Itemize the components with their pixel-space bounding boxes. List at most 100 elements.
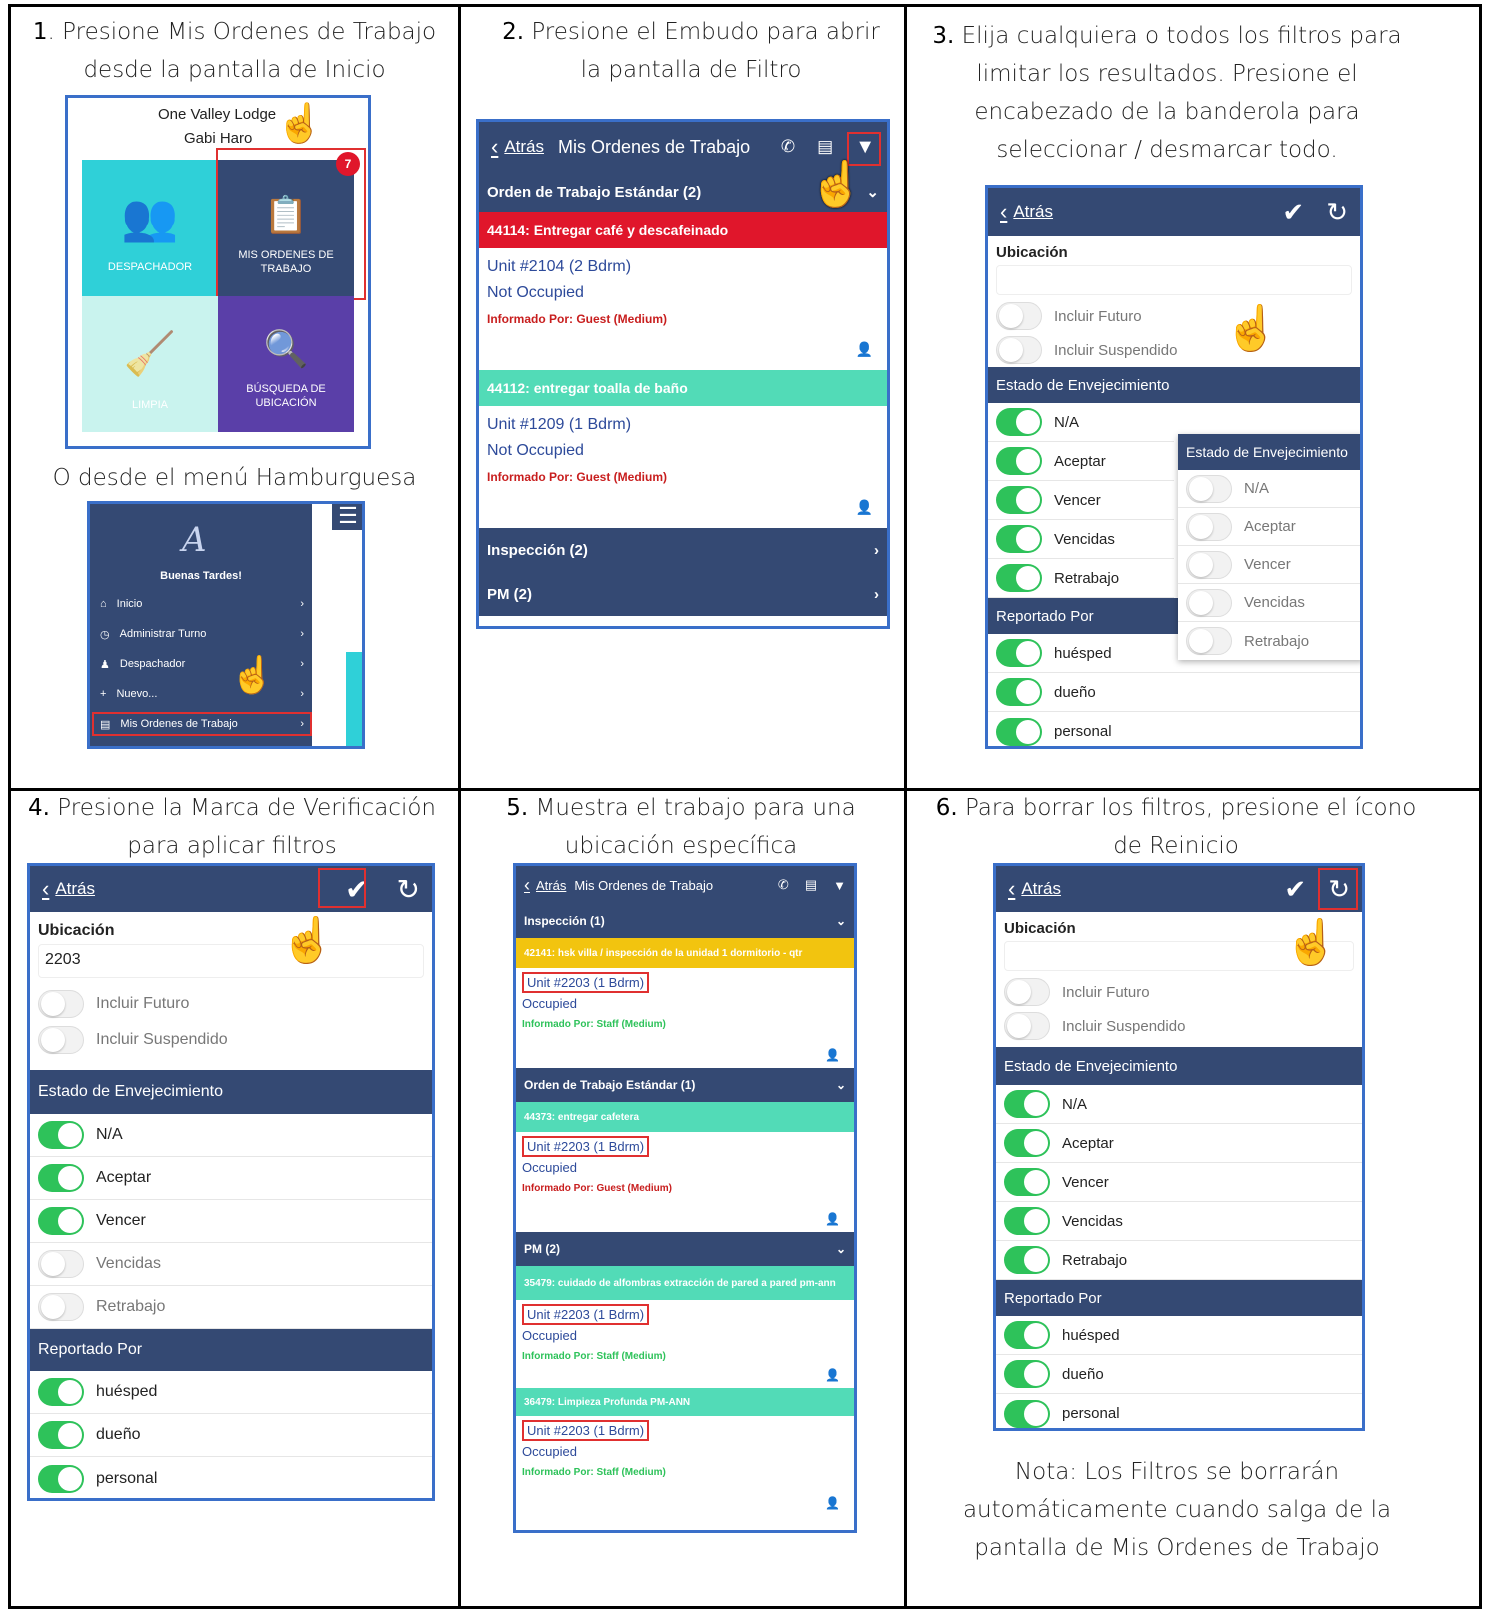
group-header-inspection[interactable]: Inspección (2) › <box>479 528 887 572</box>
work-order-card[interactable]: Unit #2203 (1 Bdrm) Occupied Informado P… <box>516 968 854 1068</box>
location-input[interactable]: 2203 <box>38 944 424 978</box>
work-order-card[interactable]: Unit #2203 (1 Bdrm) Occupied Informado P… <box>516 1416 854 1516</box>
phone-icon[interactable]: ✆ <box>778 877 789 893</box>
location-search-tile[interactable]: 🔍 BÚSQUEDA DE UBICACIÓN <box>218 296 354 432</box>
list-add-icon[interactable]: ▤ <box>817 137 833 157</box>
work-order-card[interactable]: Unit #2104 (2 Bdrm) Not Occupied Informa… <box>479 248 887 370</box>
aging-toggle[interactable] <box>38 1121 84 1149</box>
reporter-toggle[interactable] <box>1004 1360 1050 1388</box>
checkmark-icon[interactable]: ✔ <box>1284 874 1306 905</box>
work-order-header[interactable]: 44114: Entregar café y descafeinado <box>479 212 887 248</box>
aging-toggle[interactable] <box>38 1250 84 1278</box>
menu-item-inicio[interactable]: ⌂ Inicio › <box>100 598 304 610</box>
reporter-toggle[interactable] <box>996 639 1042 667</box>
reset-icon[interactable]: ↻ <box>397 873 420 906</box>
aging-toggle[interactable] <box>996 564 1042 592</box>
step-3-caption: 3. Elija cualquiera o todos los filtros … <box>927 17 1407 169</box>
aging-toggle[interactable] <box>1004 1168 1050 1196</box>
group-header-inspection[interactable]: Inspección (1) ⌄ <box>516 904 854 938</box>
aging-status-header[interactable]: Estado de Envejecimiento <box>30 1070 432 1114</box>
row-label: Incluir Suspendido <box>1062 1017 1186 1035</box>
location-input[interactable] <box>996 265 1352 295</box>
section-label: Estado de Envejecimiento <box>38 1083 223 1100</box>
phone-icon[interactable]: ✆ <box>781 137 795 157</box>
work-order-card[interactable]: Unit #2203 (1 Bdrm) Occupied Informado P… <box>516 1300 854 1388</box>
step-2-caption: 2. Presione el Embudo para abrir la pant… <box>491 13 891 89</box>
row-label: Incluir Suspendido <box>1054 341 1178 359</box>
work-order-header[interactable]: 44112: entregar toalla de baño <box>479 370 887 406</box>
menu-item-administrar-turno[interactable]: ◷ Administrar Turno › <box>100 628 304 641</box>
work-order-header[interactable]: 35479: cuidado de alfombras extracción d… <box>516 1266 854 1300</box>
aging-toggle[interactable] <box>1004 1246 1050 1274</box>
aging-toggle[interactable] <box>996 525 1042 553</box>
deselected-aging-panel: Estado de Envejecimiento N/A Aceptar Ven… <box>1178 434 1360 660</box>
reporter-toggle[interactable] <box>38 1378 84 1406</box>
note-text: Nota: Los Filtros se borrarán automática… <box>962 1459 1392 1561</box>
work-order-header[interactable]: 44373: entregar cafetera <box>516 1102 854 1132</box>
checkmark-icon[interactable]: ✔ <box>1282 197 1304 228</box>
back-button[interactable]: ‹ Atrás <box>1008 876 1061 902</box>
filter-icon[interactable]: ▼ <box>833 878 846 893</box>
work-order-card[interactable]: Unit #2203 (1 Bdrm) Occupied Informado P… <box>516 1132 854 1232</box>
aging-toggle[interactable] <box>38 1207 84 1235</box>
aging-toggle[interactable] <box>1004 1090 1050 1118</box>
work-order-header[interactable]: 36479: Limpieza Profunda PM-ANN <box>516 1388 854 1416</box>
reporter-toggle[interactable] <box>1004 1399 1050 1428</box>
aging-toggle[interactable] <box>38 1293 84 1321</box>
menu-label: Nuevo... <box>116 688 158 700</box>
include-future-toggle[interactable] <box>996 302 1042 330</box>
reported-by-header[interactable]: Reportado Por <box>996 1280 1362 1316</box>
assign-person-icon[interactable]: 👤 <box>825 1496 840 1510</box>
back-button[interactable]: ‹ Atrás <box>524 875 566 896</box>
aging-status-header[interactable]: Estado de Envejecimiento <box>988 367 1360 403</box>
aging-row: Vencer <box>988 481 1174 520</box>
include-suspended-toggle[interactable] <box>996 336 1042 364</box>
assign-person-icon[interactable]: 👤 <box>825 1048 840 1062</box>
tile-label: DESPACHADOR <box>107 261 193 273</box>
work-order-header[interactable]: 42141: hsk villa / inspección de la unid… <box>516 938 854 968</box>
include-future-row: Incluir Futuro <box>30 986 432 1022</box>
aging-toggle[interactable] <box>996 447 1042 475</box>
group-header-standard[interactable]: Orden de Trabajo Estándar (1) ⌄ <box>516 1068 854 1102</box>
back-button[interactable]: ‹ Atrás <box>1000 199 1053 225</box>
reporter-toggle[interactable] <box>38 1421 84 1449</box>
group-header-pm[interactable]: PM (2) ⌄ <box>516 1232 854 1266</box>
include-suspended-toggle[interactable] <box>1004 1012 1050 1040</box>
assign-person-icon[interactable]: 👤 <box>856 341 873 358</box>
back-button[interactable]: ‹ Atrás <box>42 876 95 902</box>
include-suspended-toggle[interactable] <box>38 1026 84 1054</box>
reporter-toggle[interactable] <box>1004 1321 1050 1349</box>
assign-person-icon[interactable]: 👤 <box>825 1212 840 1226</box>
aging-toggle[interactable] <box>996 408 1042 436</box>
aging-toggle[interactable] <box>996 486 1042 514</box>
work-order-card[interactable]: Unit #1209 (1 Bdrm) Not Occupied Informa… <box>479 406 887 528</box>
aging-toggle[interactable] <box>1186 474 1232 503</box>
include-future-toggle[interactable] <box>38 990 84 1018</box>
chevron-down-icon: ⌄ <box>835 914 846 928</box>
dispatcher-tile[interactable]: 👥 DESPACHADOR <box>82 160 218 296</box>
aging-status-header[interactable]: Estado de Envejecimiento <box>996 1047 1362 1085</box>
back-button[interactable]: ‹ Atrás <box>491 134 544 160</box>
group-header-pm[interactable]: PM (2) › <box>479 572 887 616</box>
include-future-toggle[interactable] <box>1004 978 1050 1006</box>
aging-toggle[interactable] <box>1186 512 1232 541</box>
hamburger-icon[interactable]: ☰ <box>332 504 362 530</box>
aging-toggle[interactable] <box>38 1164 84 1192</box>
reported-by-header[interactable]: Reportado Por <box>30 1329 432 1371</box>
aging-toggle[interactable] <box>1186 550 1232 579</box>
reset-icon[interactable]: ↻ <box>1326 197 1348 228</box>
reporter-toggle[interactable] <box>996 678 1042 706</box>
aging-status-header[interactable]: Estado de Envejecimiento <box>1178 434 1360 470</box>
aging-toggle[interactable] <box>1186 627 1232 655</box>
aging-toggle[interactable] <box>1004 1129 1050 1157</box>
assign-person-icon[interactable]: 👤 <box>825 1368 840 1382</box>
step-text: Elija cualquiera o todos los filtros par… <box>954 23 1402 163</box>
assign-person-icon[interactable]: 👤 <box>856 499 873 516</box>
reporter-toggle[interactable] <box>38 1464 84 1493</box>
order-title: 36479: Limpieza Profunda PM-ANN <box>524 1396 691 1408</box>
aging-toggle[interactable] <box>1004 1207 1050 1235</box>
list-add-icon[interactable]: ▤ <box>805 877 817 893</box>
aging-toggle[interactable] <box>1186 588 1232 617</box>
reporter-toggle[interactable] <box>996 717 1042 746</box>
cleaning-tile[interactable]: 🧹 LIMPIA <box>82 296 218 432</box>
